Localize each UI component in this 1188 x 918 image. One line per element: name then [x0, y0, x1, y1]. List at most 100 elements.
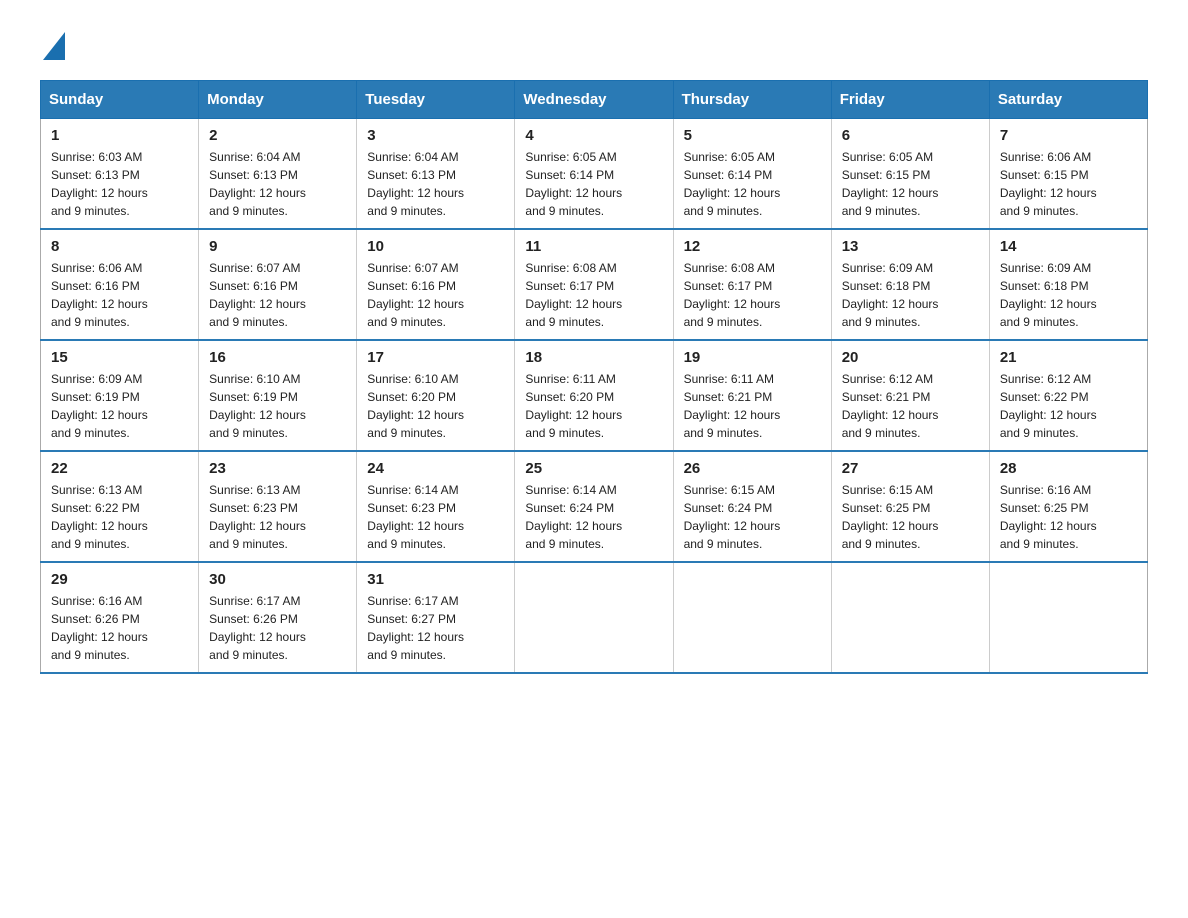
sunset-label: Sunset: 6:25 PM: [1000, 501, 1089, 515]
sunset-label: Sunset: 6:23 PM: [367, 501, 456, 515]
day-info: Sunrise: 6:06 AM Sunset: 6:15 PM Dayligh…: [1000, 148, 1137, 220]
sunrise-label: Sunrise: 6:11 AM: [525, 372, 616, 386]
day-number: 27: [842, 460, 979, 477]
sunset-label: Sunset: 6:19 PM: [209, 390, 298, 404]
calendar-cell: 18 Sunrise: 6:11 AM Sunset: 6:20 PM Dayl…: [515, 340, 673, 451]
daylight-continued: and 9 minutes.: [1000, 537, 1079, 551]
calendar-cell: 24 Sunrise: 6:14 AM Sunset: 6:23 PM Dayl…: [357, 451, 515, 562]
daylight-continued: and 9 minutes.: [51, 426, 130, 440]
daylight-label: Daylight: 12 hours: [51, 297, 148, 311]
day-info: Sunrise: 6:09 AM Sunset: 6:19 PM Dayligh…: [51, 370, 188, 442]
calendar-cell: 16 Sunrise: 6:10 AM Sunset: 6:19 PM Dayl…: [199, 340, 357, 451]
daylight-continued: and 9 minutes.: [684, 204, 763, 218]
day-info: Sunrise: 6:04 AM Sunset: 6:13 PM Dayligh…: [209, 148, 346, 220]
daylight-label: Daylight: 12 hours: [842, 186, 939, 200]
sunset-label: Sunset: 6:27 PM: [367, 612, 456, 626]
sunrise-label: Sunrise: 6:08 AM: [525, 261, 616, 275]
daylight-continued: and 9 minutes.: [1000, 315, 1079, 329]
col-monday: Monday: [199, 81, 357, 119]
calendar-cell: 22 Sunrise: 6:13 AM Sunset: 6:22 PM Dayl…: [41, 451, 199, 562]
sunset-label: Sunset: 6:22 PM: [51, 501, 140, 515]
calendar-cell: 15 Sunrise: 6:09 AM Sunset: 6:19 PM Dayl…: [41, 340, 199, 451]
daylight-continued: and 9 minutes.: [525, 315, 604, 329]
sunset-label: Sunset: 6:26 PM: [209, 612, 298, 626]
col-saturday: Saturday: [989, 81, 1147, 119]
calendar-cell: 20 Sunrise: 6:12 AM Sunset: 6:21 PM Dayl…: [831, 340, 989, 451]
calendar-cell: 1 Sunrise: 6:03 AM Sunset: 6:13 PM Dayli…: [41, 119, 199, 230]
sunrise-label: Sunrise: 6:04 AM: [367, 150, 458, 164]
day-info: Sunrise: 6:16 AM Sunset: 6:25 PM Dayligh…: [1000, 481, 1137, 553]
sunrise-label: Sunrise: 6:03 AM: [51, 150, 142, 164]
calendar-cell: 14 Sunrise: 6:09 AM Sunset: 6:18 PM Dayl…: [989, 229, 1147, 340]
calendar-header-row: Sunday Monday Tuesday Wednesday Thursday…: [41, 81, 1148, 119]
daylight-label: Daylight: 12 hours: [684, 186, 781, 200]
daylight-continued: and 9 minutes.: [51, 204, 130, 218]
calendar-cell: 27 Sunrise: 6:15 AM Sunset: 6:25 PM Dayl…: [831, 451, 989, 562]
daylight-label: Daylight: 12 hours: [51, 519, 148, 533]
day-info: Sunrise: 6:15 AM Sunset: 6:25 PM Dayligh…: [842, 481, 979, 553]
daylight-continued: and 9 minutes.: [367, 426, 446, 440]
day-number: 11: [525, 238, 662, 255]
daylight-continued: and 9 minutes.: [367, 537, 446, 551]
page-header: [40, 30, 1148, 60]
sunrise-label: Sunrise: 6:05 AM: [684, 150, 775, 164]
calendar-cell: 13 Sunrise: 6:09 AM Sunset: 6:18 PM Dayl…: [831, 229, 989, 340]
sunrise-label: Sunrise: 6:17 AM: [209, 594, 300, 608]
sunset-label: Sunset: 6:16 PM: [51, 279, 140, 293]
daylight-label: Daylight: 12 hours: [684, 297, 781, 311]
daylight-continued: and 9 minutes.: [367, 204, 446, 218]
day-number: 23: [209, 460, 346, 477]
day-number: 19: [684, 349, 821, 366]
day-number: 29: [51, 571, 188, 588]
day-number: 1: [51, 127, 188, 144]
day-number: 17: [367, 349, 504, 366]
calendar-table: Sunday Monday Tuesday Wednesday Thursday…: [40, 80, 1148, 674]
calendar-cell: 7 Sunrise: 6:06 AM Sunset: 6:15 PM Dayli…: [989, 119, 1147, 230]
sunset-label: Sunset: 6:25 PM: [842, 501, 931, 515]
daylight-continued: and 9 minutes.: [1000, 204, 1079, 218]
calendar-cell: 17 Sunrise: 6:10 AM Sunset: 6:20 PM Dayl…: [357, 340, 515, 451]
daylight-continued: and 9 minutes.: [684, 537, 763, 551]
daylight-label: Daylight: 12 hours: [51, 186, 148, 200]
daylight-label: Daylight: 12 hours: [367, 186, 464, 200]
daylight-label: Daylight: 12 hours: [209, 630, 306, 644]
daylight-continued: and 9 minutes.: [51, 648, 130, 662]
daylight-label: Daylight: 12 hours: [209, 186, 306, 200]
daylight-continued: and 9 minutes.: [842, 426, 921, 440]
calendar-cell: 26 Sunrise: 6:15 AM Sunset: 6:24 PM Dayl…: [673, 451, 831, 562]
day-info: Sunrise: 6:09 AM Sunset: 6:18 PM Dayligh…: [1000, 259, 1137, 331]
daylight-continued: and 9 minutes.: [842, 204, 921, 218]
daylight-label: Daylight: 12 hours: [1000, 408, 1097, 422]
daylight-label: Daylight: 12 hours: [51, 408, 148, 422]
week-row-3: 15 Sunrise: 6:09 AM Sunset: 6:19 PM Dayl…: [41, 340, 1148, 451]
sunset-label: Sunset: 6:23 PM: [209, 501, 298, 515]
sunrise-label: Sunrise: 6:06 AM: [1000, 150, 1091, 164]
day-number: 5: [684, 127, 821, 144]
col-thursday: Thursday: [673, 81, 831, 119]
daylight-label: Daylight: 12 hours: [842, 408, 939, 422]
daylight-continued: and 9 minutes.: [1000, 426, 1079, 440]
sunrise-label: Sunrise: 6:06 AM: [51, 261, 142, 275]
sunrise-label: Sunrise: 6:11 AM: [684, 372, 775, 386]
day-number: 2: [209, 127, 346, 144]
day-info: Sunrise: 6:08 AM Sunset: 6:17 PM Dayligh…: [684, 259, 821, 331]
day-info: Sunrise: 6:06 AM Sunset: 6:16 PM Dayligh…: [51, 259, 188, 331]
daylight-label: Daylight: 12 hours: [525, 186, 622, 200]
daylight-label: Daylight: 12 hours: [1000, 519, 1097, 533]
sunrise-label: Sunrise: 6:17 AM: [367, 594, 458, 608]
day-info: Sunrise: 6:15 AM Sunset: 6:24 PM Dayligh…: [684, 481, 821, 553]
daylight-continued: and 9 minutes.: [525, 204, 604, 218]
day-info: Sunrise: 6:03 AM Sunset: 6:13 PM Dayligh…: [51, 148, 188, 220]
day-info: Sunrise: 6:17 AM Sunset: 6:27 PM Dayligh…: [367, 592, 504, 664]
daylight-label: Daylight: 12 hours: [367, 630, 464, 644]
sunset-label: Sunset: 6:16 PM: [209, 279, 298, 293]
day-info: Sunrise: 6:07 AM Sunset: 6:16 PM Dayligh…: [209, 259, 346, 331]
day-number: 7: [1000, 127, 1137, 144]
daylight-label: Daylight: 12 hours: [1000, 186, 1097, 200]
daylight-label: Daylight: 12 hours: [525, 519, 622, 533]
sunset-label: Sunset: 6:14 PM: [684, 168, 773, 182]
day-info: Sunrise: 6:11 AM Sunset: 6:20 PM Dayligh…: [525, 370, 662, 442]
sunset-label: Sunset: 6:24 PM: [525, 501, 614, 515]
calendar-cell: [673, 562, 831, 673]
sunset-label: Sunset: 6:20 PM: [367, 390, 456, 404]
